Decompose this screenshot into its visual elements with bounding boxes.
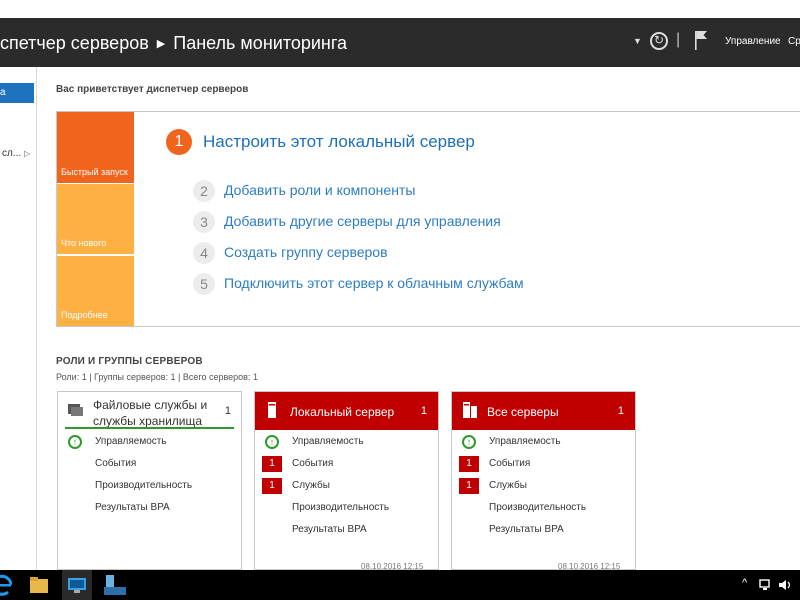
row-services[interactable]: Службы bbox=[292, 480, 330, 491]
step-number: 2 bbox=[193, 180, 215, 202]
row-events[interactable]: События bbox=[292, 458, 333, 469]
card-header[interactable]: Все серверы 1 bbox=[452, 392, 635, 430]
row-bpa[interactable]: Результаты BPA bbox=[292, 524, 367, 535]
card-header[interactable]: Файловые службы и службы хранилища 1 bbox=[58, 392, 241, 430]
menu-tools[interactable]: Ср bbox=[788, 36, 800, 47]
card-count: 1 bbox=[224, 405, 231, 417]
tile-learn-more[interactable]: Подробнее bbox=[57, 256, 134, 326]
network-icon[interactable] bbox=[759, 579, 773, 591]
card-all-servers[interactable]: Все серверы 1 ↑ Управляемость 1 События … bbox=[451, 391, 636, 571]
card-title: Файловые службы и bbox=[93, 398, 208, 412]
connect-cloud-link[interactable]: Подключить этот сервер к облачным служба… bbox=[224, 275, 524, 291]
row-manageability[interactable]: Управляемость bbox=[489, 436, 561, 447]
row-bpa[interactable]: Результаты BPA bbox=[95, 502, 170, 513]
server-icon bbox=[268, 402, 276, 418]
step-number: 3 bbox=[193, 211, 215, 233]
alert-badge: 1 bbox=[262, 478, 282, 494]
row-performance[interactable]: Производительность bbox=[489, 502, 586, 513]
row-manageability[interactable]: Управляемость bbox=[292, 436, 364, 447]
taskbar-item-server-manager[interactable] bbox=[62, 570, 92, 600]
top-strip bbox=[0, 0, 800, 18]
welcome-title: Вас приветствует диспетчер серверов bbox=[56, 84, 249, 95]
breadcrumb: спетчер серверов ▶ Панель мониторинга bbox=[0, 33, 347, 54]
row-services[interactable]: Службы bbox=[489, 480, 527, 491]
powershell-icon[interactable] bbox=[104, 575, 126, 595]
divider: | bbox=[676, 31, 681, 48]
row-events[interactable]: События bbox=[489, 458, 530, 469]
nav-item-label: сл... bbox=[2, 148, 22, 159]
row-bpa[interactable]: Результаты BPA bbox=[489, 524, 564, 535]
taskbar: ^ bbox=[0, 570, 800, 600]
card-title: Все серверы bbox=[487, 405, 559, 419]
alert-badge: 1 bbox=[459, 456, 479, 472]
configure-local-server-link[interactable]: Настроить этот локальный сервер bbox=[203, 132, 475, 152]
row-manageability[interactable]: Управляемость bbox=[95, 436, 167, 447]
nav-item-file-services[interactable]: сл... ▷ bbox=[2, 148, 30, 159]
card-title: Локальный сервер bbox=[290, 405, 395, 419]
tile-quick-start[interactable]: Быстрый запуск bbox=[57, 112, 134, 183]
row-performance[interactable]: Производительность bbox=[95, 480, 192, 491]
servers-icon bbox=[463, 402, 477, 418]
refresh-icon[interactable]: ↻ bbox=[650, 32, 668, 50]
ok-icon: ↑ bbox=[462, 435, 476, 449]
nav-item-label: а bbox=[0, 87, 6, 98]
add-roles-link[interactable]: Добавить роли и компоненты bbox=[224, 182, 415, 198]
section-title: РОЛИ И ГРУППЫ СЕРВЕРОВ bbox=[56, 356, 203, 367]
breadcrumb-separator-icon: ▶ bbox=[156, 38, 166, 50]
card-file-services[interactable]: Файловые службы и службы хранилища 1 ↑ У… bbox=[57, 391, 242, 570]
breadcrumb-app[interactable]: спетчер серверов bbox=[0, 33, 149, 53]
title-bar: спетчер серверов ▶ Панель мониторинга ▼ ↻ … bbox=[0, 18, 800, 67]
card-count: 1 bbox=[617, 405, 624, 417]
menu-manage[interactable]: Управление bbox=[725, 36, 781, 47]
row-events[interactable]: События bbox=[95, 458, 136, 469]
status-bar bbox=[65, 427, 234, 429]
tile-label: Подробнее bbox=[61, 310, 108, 320]
tile-label: Быстрый запуск bbox=[61, 167, 128, 177]
ok-icon: ↑ bbox=[265, 435, 279, 449]
step-number: 5 bbox=[193, 273, 215, 295]
alert-badge: 1 bbox=[459, 478, 479, 494]
row-performance[interactable]: Производительность bbox=[292, 502, 389, 513]
section-subtitle: Роли: 1 | Группы серверов: 1 | Всего сер… bbox=[56, 372, 258, 382]
ie-icon[interactable] bbox=[0, 574, 12, 596]
left-nav bbox=[0, 67, 37, 570]
card-header[interactable]: Локальный сервер 1 bbox=[255, 392, 438, 430]
alert-badge: 1 bbox=[262, 456, 282, 472]
tile-label: Что нового bbox=[61, 238, 107, 248]
card-local-server[interactable]: Локальный сервер 1 ↑ Управляемость 1 Соб… bbox=[254, 391, 439, 571]
chevron-right-icon: ▷ bbox=[23, 149, 31, 158]
file-explorer-icon[interactable] bbox=[30, 577, 48, 593]
breadcrumb-page: Панель мониторинга bbox=[173, 33, 348, 53]
card-count: 1 bbox=[420, 405, 427, 417]
add-servers-link[interactable]: Добавить другие серверы для управления bbox=[224, 213, 501, 229]
create-server-group-link[interactable]: Создать группу серверов bbox=[224, 244, 388, 260]
server-manager-icon bbox=[68, 578, 86, 593]
ok-icon: ↑ bbox=[68, 435, 82, 449]
tile-whats-new[interactable]: Что нового bbox=[57, 184, 134, 254]
flag-icon[interactable] bbox=[694, 30, 708, 50]
chevron-up-icon[interactable]: ^ bbox=[742, 577, 747, 589]
step-number: 1 bbox=[166, 129, 192, 155]
dropdown-arrow-icon[interactable]: ▼ bbox=[633, 36, 642, 46]
nav-item-dashboard[interactable]: а bbox=[0, 83, 34, 103]
folder-icon bbox=[68, 404, 83, 416]
volume-icon[interactable] bbox=[778, 579, 792, 591]
step-number: 4 bbox=[193, 242, 215, 264]
